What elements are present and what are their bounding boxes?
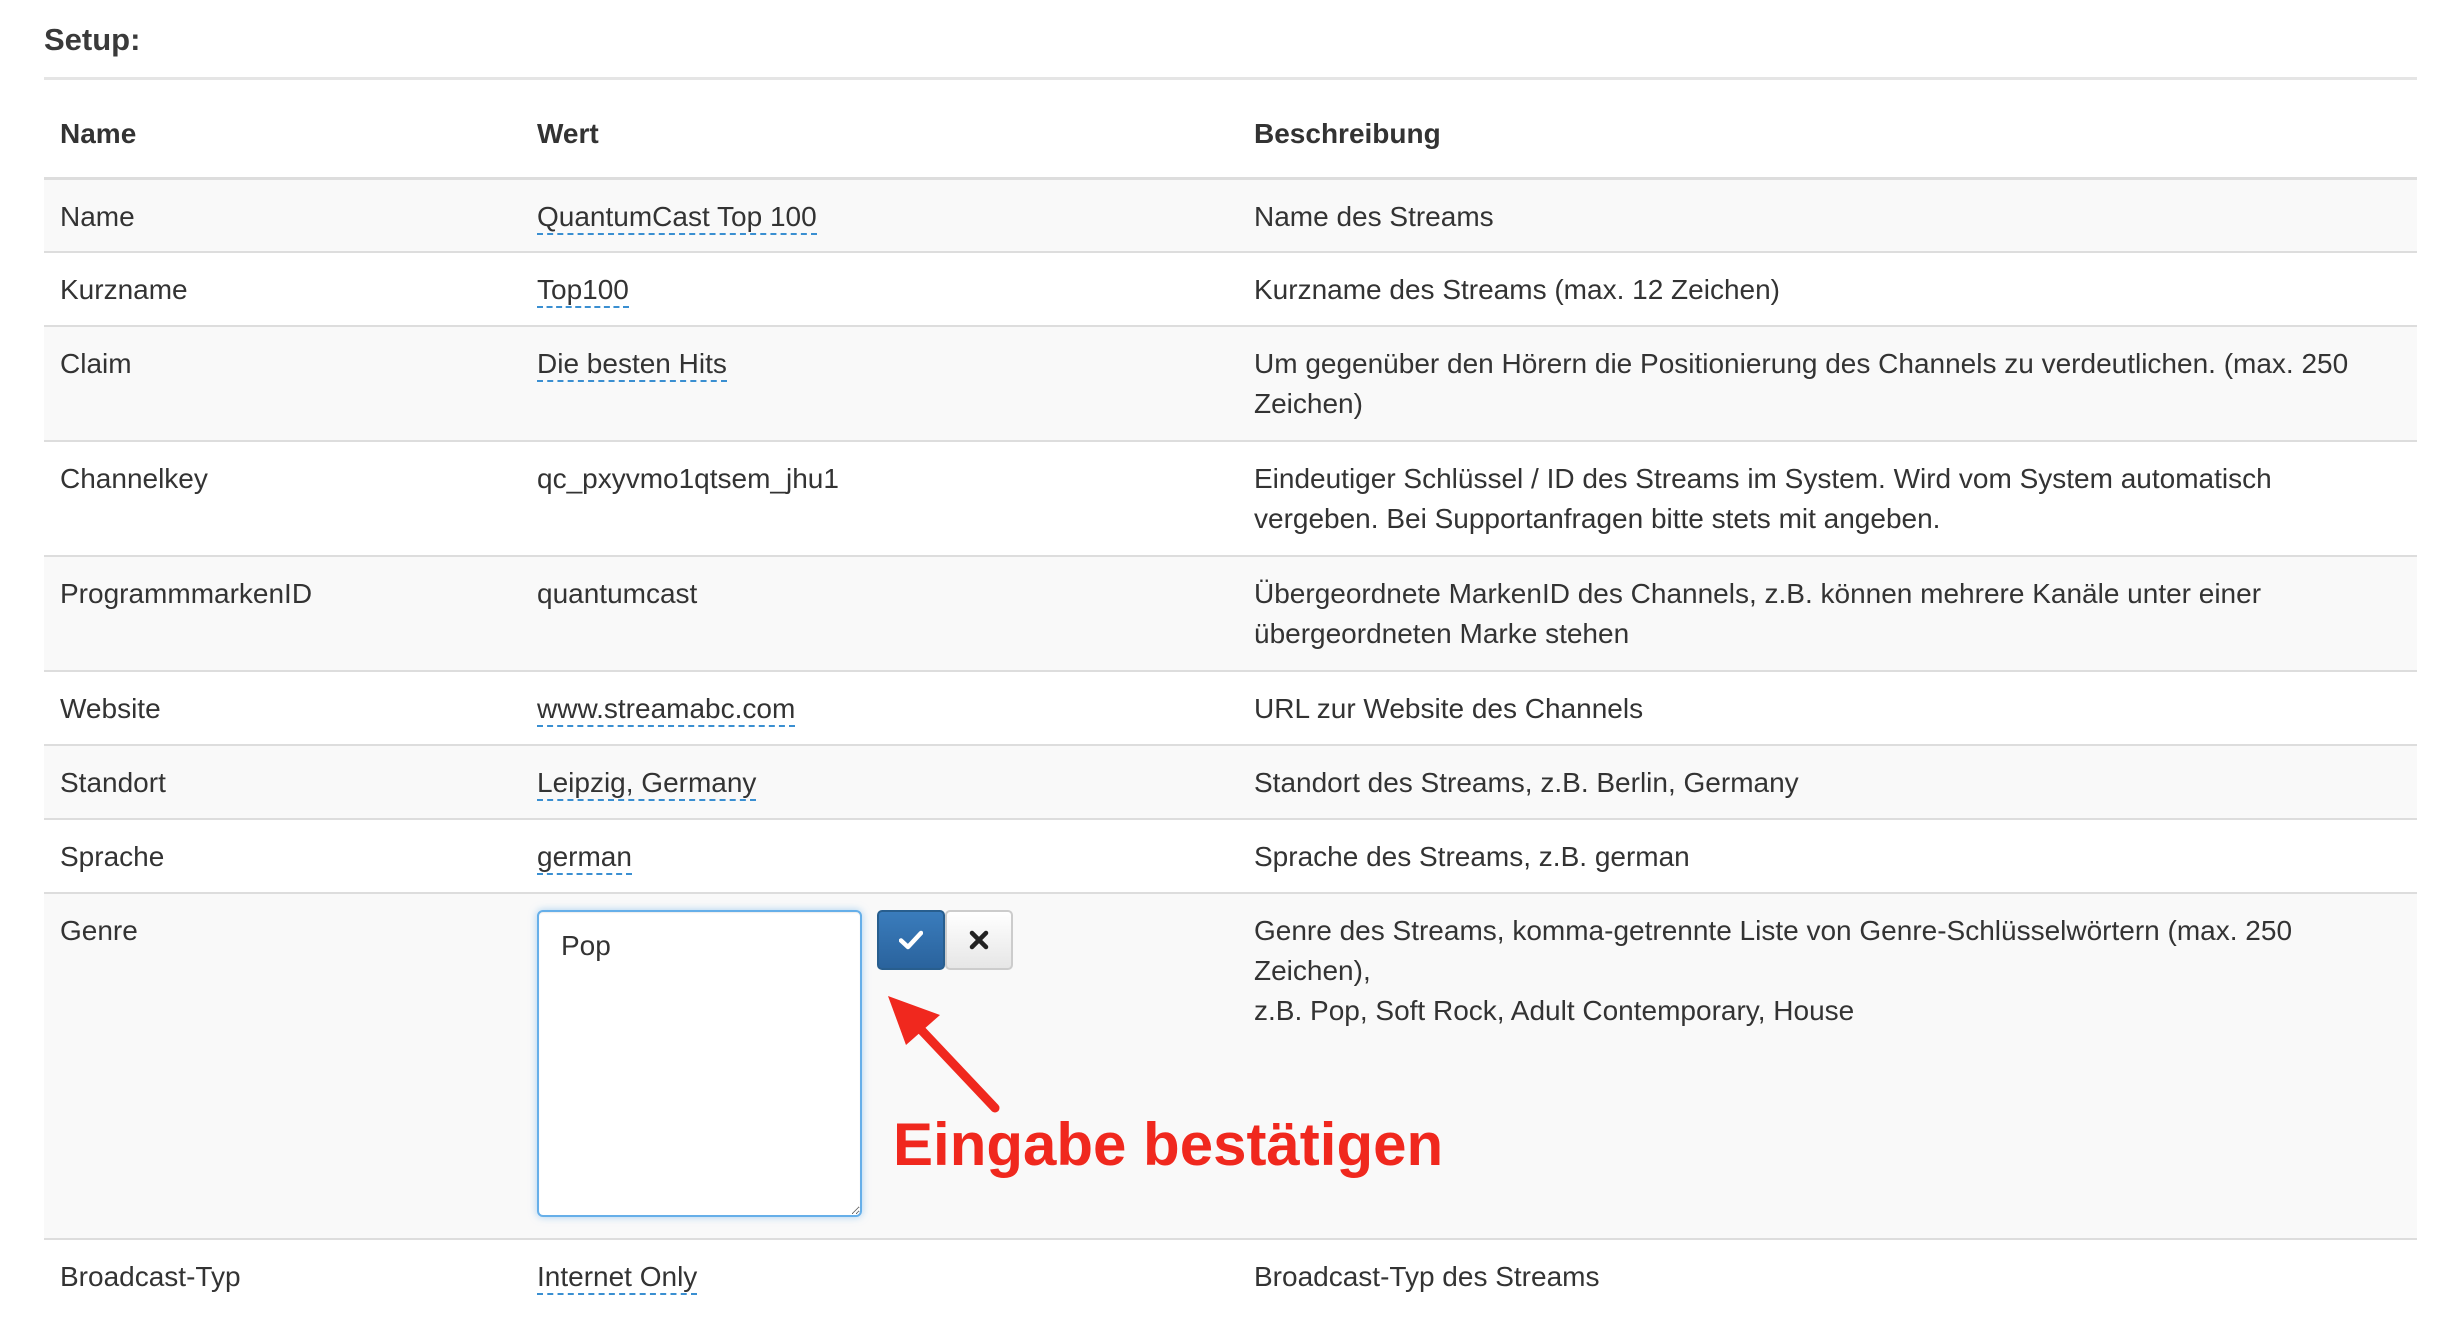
row-label: Website bbox=[60, 693, 161, 724]
row-label: Standort bbox=[60, 767, 166, 798]
row-description: URL zur Website des Channels bbox=[1254, 693, 1644, 724]
row-label: Genre bbox=[60, 915, 138, 946]
row-label: Broadcast-Typ bbox=[60, 1261, 241, 1292]
column-header-value: Wert bbox=[521, 80, 1238, 180]
row-description: Eindeutiger Schlüssel / ID des Streams i… bbox=[1254, 463, 2272, 534]
row-label: Kurzname bbox=[60, 274, 188, 305]
row-description: Name des Streams bbox=[1254, 200, 1494, 232]
column-header-name: Name bbox=[44, 80, 521, 180]
genre-textarea[interactable]: Pop bbox=[537, 910, 862, 1217]
editable-sprache-value[interactable]: german bbox=[537, 841, 632, 875]
close-icon bbox=[969, 930, 989, 950]
table-row-website: Website www.streamabc.com URL zur Websit… bbox=[44, 670, 2417, 745]
row-description: Genre des Streams, komma-getrennte Liste… bbox=[1254, 894, 2401, 1031]
row-description: Übergeordnete MarkenID des Channels, z.B… bbox=[1254, 578, 2262, 649]
table-row-name: Name QuantumCast Top 100 Name des Stream… bbox=[44, 178, 2417, 252]
row-description: Standort des Streams, z.B. Berlin, Germa… bbox=[1254, 767, 1799, 798]
table-row-genre: Genre Pop Genre des Streams, komma-getre… bbox=[44, 892, 2417, 1239]
channelkey-value: qc_pxyvmo1qtsem_jhu1 bbox=[537, 463, 839, 494]
row-label: ProgrammmarkenID bbox=[60, 578, 313, 609]
table-row-claim: Claim Die besten Hits Um gegenüber den H… bbox=[44, 325, 2417, 441]
row-label: Name bbox=[60, 200, 135, 232]
table-header-row: Name Wert Beschreibung bbox=[44, 80, 2417, 180]
cancel-button[interactable] bbox=[945, 910, 1013, 970]
table-row-sprache: Sprache german Sprache des Streams, z.B.… bbox=[44, 818, 2417, 893]
table-row-kurzname: Kurzname Top100 Kurzname des Streams (ma… bbox=[44, 251, 2417, 326]
row-description: Kurzname des Streams (max. 12 Zeichen) bbox=[1254, 274, 1780, 305]
row-label: Channelkey bbox=[60, 463, 208, 494]
column-header-description: Beschreibung bbox=[1238, 80, 2417, 180]
row-description: Broadcast-Typ des Streams bbox=[1254, 1261, 1600, 1292]
genre-description-line1: Genre des Streams, komma-getrennte Liste… bbox=[1254, 915, 2293, 986]
row-description: Um gegenüber den Hörern die Positionieru… bbox=[1254, 348, 2349, 419]
annotation-arrow-icon bbox=[888, 996, 1000, 1113]
genre-description-line2: z.B. Pop, Soft Rock, Adult Contemporary,… bbox=[1254, 995, 1855, 1026]
table-row-channelkey: Channelkey qc_pxyvmo1qtsem_jhu1 Eindeuti… bbox=[44, 440, 2417, 556]
table-row-standort: Standort Leipzig, Germany Standort des S… bbox=[44, 744, 2417, 819]
checkmark-icon bbox=[899, 930, 923, 950]
editable-standort-value[interactable]: Leipzig, Germany bbox=[537, 767, 757, 801]
annotation-label: Eingabe bestätigen bbox=[893, 1111, 1444, 1178]
programmmarkenid-value: quantumcast bbox=[537, 578, 698, 609]
confirm-button[interactable] bbox=[877, 910, 945, 970]
row-description: Sprache des Streams, z.B. german bbox=[1254, 841, 1690, 872]
editable-name-value[interactable]: QuantumCast Top 100 bbox=[537, 200, 817, 235]
table-row-broadcast-typ: Broadcast-Typ Internet Only Broadcast-Ty… bbox=[44, 1238, 2417, 1317]
row-label: Sprache bbox=[60, 841, 165, 872]
table-row-programmmarkenid: ProgrammmarkenID quantumcast Übergeordne… bbox=[44, 555, 2417, 671]
editable-kurzname-value[interactable]: Top100 bbox=[537, 274, 629, 308]
editable-claim-value[interactable]: Die besten Hits bbox=[537, 348, 727, 382]
section-title: Setup: bbox=[44, 0, 2417, 80]
editable-broadcast-typ-value[interactable]: Internet Only bbox=[537, 1261, 698, 1295]
row-label: Claim bbox=[60, 348, 132, 379]
editable-website-value[interactable]: www.streamabc.com bbox=[537, 693, 796, 727]
